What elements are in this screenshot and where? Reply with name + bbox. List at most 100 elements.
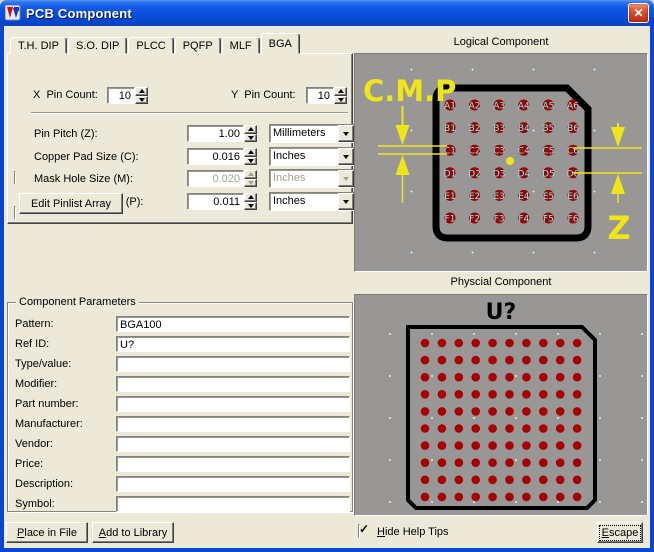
pin-pitch-z-spinner[interactable] xyxy=(244,125,257,142)
param-row: Symbol: xyxy=(8,496,352,512)
pin-pitch-z-up-icon[interactable] xyxy=(244,125,257,134)
pin-pitch-z-input[interactable]: 1.00 xyxy=(187,125,244,142)
price-input[interactable] xyxy=(116,456,350,472)
copper-pad-size-c-unit-select[interactable]: Inches xyxy=(269,147,355,166)
svg-text:C1: C1 xyxy=(444,147,456,157)
add-to-library-button[interactable]: Add to Library xyxy=(92,522,174,543)
chevron-down-icon[interactable] xyxy=(338,193,354,210)
place-in-file-button[interactable]: Place in File xyxy=(6,522,88,543)
svg-text:B1: B1 xyxy=(444,124,456,134)
svg-text:U?: U? xyxy=(486,300,517,325)
escape-button-label: Escape xyxy=(600,526,641,540)
close-button[interactable]: ✕ xyxy=(628,3,649,23)
svg-text:A6: A6 xyxy=(567,102,579,112)
modifier-input[interactable] xyxy=(116,376,350,392)
param-row: Ref ID: U? xyxy=(8,336,352,352)
svg-text:E5: E5 xyxy=(543,192,554,202)
param-row: Modifier: xyxy=(8,376,352,392)
x-pin-count-down-icon[interactable] xyxy=(135,96,148,105)
mask-hole-size-m-up-icon[interactable] xyxy=(244,170,257,179)
ref-id-input[interactable]: U? xyxy=(116,336,350,352)
pin-pitch-z-unit-value: Millimeters xyxy=(270,125,338,142)
size-field-row: Mask Hole Size (M): 0.020 Inches xyxy=(8,54,352,66)
mask-hole-size-m-input[interactable]: 0.020 xyxy=(187,170,244,187)
hide-help-tips-checkbox[interactable]: ✓ xyxy=(358,524,360,538)
description-label: Description: xyxy=(15,478,73,490)
part-number-input[interactable] xyxy=(116,396,350,412)
vendor-label: Vendor: xyxy=(15,438,53,450)
description-input[interactable] xyxy=(116,476,350,492)
tab-s-o-dip[interactable]: S.O. DIP xyxy=(68,37,127,54)
svg-text:F2: F2 xyxy=(469,215,480,225)
x-pin-count-spinner[interactable] xyxy=(135,87,148,104)
type-value-label: Type/value: xyxy=(15,358,71,370)
mask-hole-size-m-unit-select[interactable]: Inches xyxy=(269,169,355,188)
pin-pitch-z-down-icon[interactable] xyxy=(244,134,257,143)
chevron-down-icon[interactable] xyxy=(338,170,354,187)
symbol-input[interactable] xyxy=(116,496,350,512)
copper-pad-size-c-label: Copper Pad Size (C): xyxy=(34,151,139,163)
mask-hole-size-m-spinner[interactable] xyxy=(244,170,257,187)
ref-id-label: Ref ID: xyxy=(15,338,49,350)
manufacturer-input[interactable] xyxy=(116,416,350,432)
svg-text:E2: E2 xyxy=(469,192,480,202)
mask-hole-size-m-checkbox[interactable] xyxy=(14,171,16,185)
x-pin-count-input[interactable]: 10 xyxy=(107,87,135,104)
copper-pad-size-c-input[interactable]: 0.016 xyxy=(187,148,244,165)
bga-tab-page: X Pin Count: 10 Y Pin Count: 10 Pin Pitc… xyxy=(7,53,353,224)
title-bar: PCB Component ✕ xyxy=(0,0,654,26)
copper-pad-size-c-down-icon[interactable] xyxy=(244,157,257,166)
app-icon xyxy=(5,5,21,21)
svg-text:E3: E3 xyxy=(493,192,504,202)
pattern-input[interactable]: BGA100 xyxy=(116,316,350,332)
pin-pitch-z-unit-select[interactable]: Millimeters xyxy=(269,124,355,143)
x-pin-count-label: X Pin Count: xyxy=(33,89,98,101)
param-row: Price: xyxy=(8,456,352,472)
pattern-label: Pattern: xyxy=(15,318,54,330)
paste-stencil-size-p-up-icon[interactable] xyxy=(244,193,257,202)
paste-stencil-size-p-down-icon[interactable] xyxy=(244,202,257,211)
tab-bga[interactable]: BGA xyxy=(261,33,300,54)
y-pin-count-spinner[interactable] xyxy=(334,87,347,104)
edit-pinlist-array-button[interactable]: Edit Pinlist Array xyxy=(19,193,123,214)
type-value-input[interactable] xyxy=(116,356,350,372)
svg-text:A3: A3 xyxy=(493,102,505,112)
svg-text:D4: D4 xyxy=(517,169,530,179)
chevron-down-icon[interactable] xyxy=(338,148,354,165)
tab-t-h-dip[interactable]: T.H. DIP xyxy=(10,37,67,54)
paste-stencil-size-p-unit-select[interactable]: Inches xyxy=(269,192,355,211)
y-pin-count-down-icon[interactable] xyxy=(334,96,347,105)
component-parameters-group: Component Parameters Pattern:BGA100Ref I… xyxy=(7,302,353,512)
svg-text:C5: C5 xyxy=(542,147,554,157)
chevron-down-icon[interactable] xyxy=(338,125,354,142)
copper-pad-size-c-up-icon[interactable] xyxy=(244,148,257,157)
param-row: Vendor: xyxy=(8,436,352,452)
svg-text:E6: E6 xyxy=(567,192,579,202)
param-row: Pattern: BGA100 xyxy=(8,316,352,332)
mask-hole-size-m-label: Mask Hole Size (M): xyxy=(34,173,133,185)
separator xyxy=(31,112,348,114)
x-pin-count-up-icon[interactable] xyxy=(135,87,148,96)
tab-pqfp[interactable]: PQFP xyxy=(175,37,221,54)
svg-text:D2: D2 xyxy=(468,169,481,179)
paste-stencil-size-p-checkbox[interactable] xyxy=(14,206,16,220)
pcb-component-dialog: PCB Component ✕ T.H. DIPS.O. DIPPLCCPQFP… xyxy=(0,0,654,552)
tab-plcc[interactable]: PLCC xyxy=(128,37,173,54)
svg-text:E1: E1 xyxy=(444,192,455,202)
paste-stencil-size-p-input[interactable]: 0.011 xyxy=(187,193,244,210)
svg-text:C4: C4 xyxy=(518,147,530,157)
tab-strip: T.H. DIPS.O. DIPPLCCPQFPMLFBGA xyxy=(10,33,301,54)
copper-pad-size-c-spinner[interactable] xyxy=(244,148,257,165)
svg-text:A4: A4 xyxy=(518,102,530,112)
escape-button[interactable]: Escape xyxy=(597,522,643,543)
tab-mlf[interactable]: MLF xyxy=(222,37,260,54)
logical-component-label: Logical Component xyxy=(354,36,648,48)
y-pin-count-input[interactable]: 10 xyxy=(306,87,334,104)
vendor-input[interactable] xyxy=(116,436,350,452)
symbol-label: Symbol: xyxy=(15,498,55,510)
mask-hole-size-m-down-icon[interactable] xyxy=(244,179,257,188)
y-pin-count-up-icon[interactable] xyxy=(334,87,347,96)
paste-stencil-size-p-unit-value: Inches xyxy=(270,193,338,210)
paste-stencil-size-p-spinner[interactable] xyxy=(244,193,257,210)
logical-component-preview: A1A2A3A4A5A6B1B2B3B4B5B6C1C2C3C4C5C6D1D2… xyxy=(354,53,648,272)
